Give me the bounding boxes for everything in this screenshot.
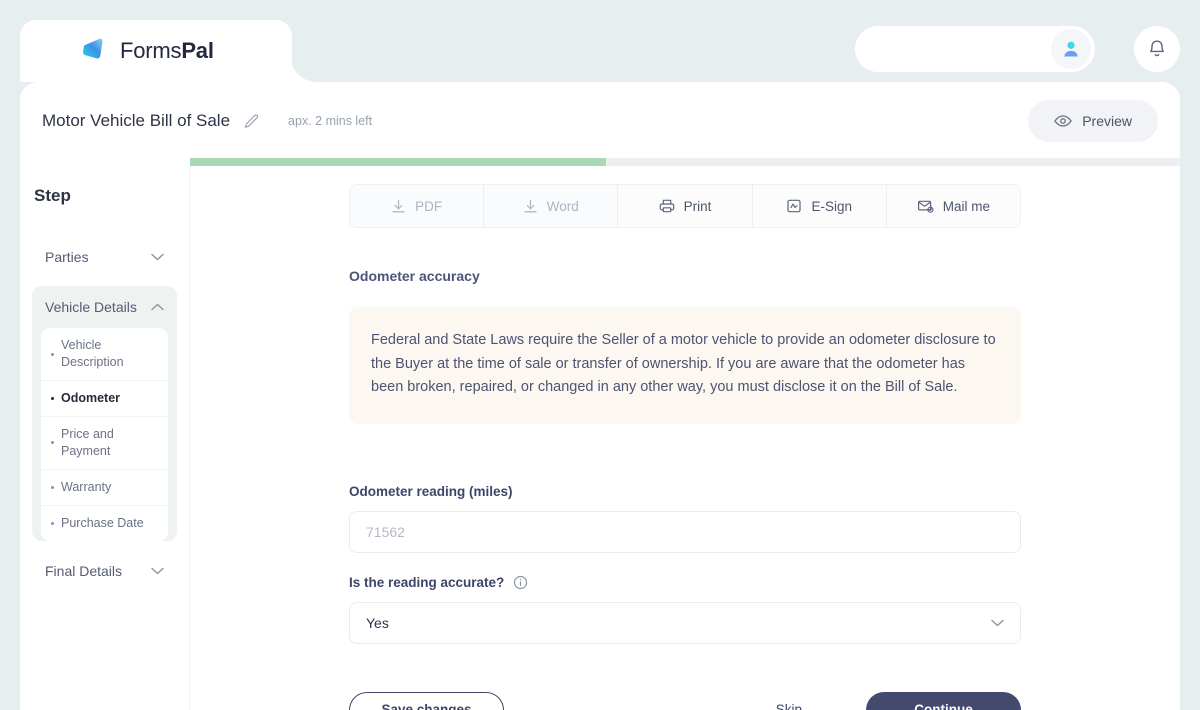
continue-button[interactable]: Continue xyxy=(866,691,1021,710)
mail-me-label: Mail me xyxy=(942,198,991,214)
esign-icon xyxy=(786,198,802,214)
chevron-down-icon xyxy=(991,619,1004,627)
progress-bar-track xyxy=(190,158,1180,166)
accuracy-select[interactable]: Yes xyxy=(349,601,1021,644)
bullet-icon xyxy=(51,441,54,445)
app-card: Motor Vehicle Bill of Sale apx. 2 mins l… xyxy=(20,82,1180,710)
bullet-icon xyxy=(51,485,54,489)
save-changes-button[interactable]: Save changes xyxy=(349,691,504,710)
mail-check-icon xyxy=(917,198,934,214)
export-pdf-label: PDF xyxy=(415,198,443,214)
chevron-down-icon xyxy=(151,567,164,575)
sidebar-item-label: Odometer xyxy=(61,391,121,406)
esign-button[interactable]: E-Sign xyxy=(752,185,887,227)
sidebar-item-label: Price and Payment xyxy=(61,427,114,458)
formspal-logo-icon xyxy=(78,36,108,66)
sidebar-item-vehicle-description[interactable]: Vehicle Description xyxy=(41,328,168,382)
download-icon xyxy=(523,199,538,214)
bullet-icon xyxy=(51,352,54,356)
sidebar-section-label: Final Details xyxy=(45,562,123,579)
time-left-label: apx. 2 mins left xyxy=(288,114,373,128)
sidebar-item-label: Purchase Date xyxy=(61,515,144,530)
form-actions: Save changes Skip Continue xyxy=(349,691,1021,710)
export-pdf-button[interactable]: PDF xyxy=(350,185,485,227)
bell-icon xyxy=(1150,40,1164,56)
sidebar-heading: Step xyxy=(34,186,71,205)
bullet-icon xyxy=(51,521,54,525)
notifications-button[interactable] xyxy=(1134,26,1180,72)
sidebar-section-header[interactable]: Final Details xyxy=(32,550,177,592)
chevron-down-icon xyxy=(151,253,164,261)
accuracy-label: Is the reading accurate? xyxy=(349,574,505,590)
print-label: Print xyxy=(683,198,712,214)
sidebar-item-warranty[interactable]: Warranty xyxy=(41,470,168,506)
sidebar-subitems: Vehicle Description Odometer Price and P… xyxy=(41,328,168,541)
sidebar-section-header[interactable]: Parties xyxy=(32,236,177,278)
page-title: Motor Vehicle Bill of Sale xyxy=(42,111,231,130)
account-pill xyxy=(855,26,1095,72)
sidebar-section-label: Vehicle Details xyxy=(45,299,137,316)
workspace: Step Parties Vehicle Details Vehicle Des… xyxy=(20,166,1180,710)
preview-button[interactable]: Preview xyxy=(1028,100,1158,142)
export-word-button[interactable]: Word xyxy=(484,185,619,227)
logo-text-regular: Forms xyxy=(120,38,182,63)
sidebar-item-price-and-payment[interactable]: Price and Payment xyxy=(41,417,168,470)
logo-text: FormsPal xyxy=(120,38,214,64)
section-title: Odometer accuracy xyxy=(349,268,480,284)
odometer-disclosure-notice: Federal and State Laws require the Selle… xyxy=(349,307,1021,424)
eye-icon xyxy=(1054,114,1072,128)
bullet-icon xyxy=(51,397,54,401)
info-icon[interactable] xyxy=(513,575,528,590)
esign-label: E-Sign xyxy=(811,198,852,214)
print-button[interactable]: Print xyxy=(618,185,753,227)
document-header: Motor Vehicle Bill of Sale apx. 2 mins l… xyxy=(20,82,1180,160)
preview-label: Preview xyxy=(1082,113,1132,129)
logo[interactable]: FormsPal xyxy=(78,36,214,66)
sidebar-section-label: Parties xyxy=(45,249,89,265)
odometer-reading-label: Odometer reading (miles) xyxy=(349,483,513,499)
sidebar: Step Parties Vehicle Details Vehicle Des… xyxy=(20,166,190,710)
export-action-bar: PDF Word Print E-Sign Mail me xyxy=(349,184,1021,228)
download-icon xyxy=(391,199,406,214)
accuracy-select-value: Yes xyxy=(366,614,389,631)
odometer-reading-placeholder: 71562 xyxy=(366,523,405,540)
content-area: PDF Word Print E-Sign Mail me Odometer a… xyxy=(190,166,1180,710)
accuracy-label-row: Is the reading accurate? xyxy=(349,575,1021,590)
printer-icon xyxy=(659,198,675,214)
sidebar-section-final-details[interactable]: Final Details xyxy=(32,550,177,592)
export-word-label: Word xyxy=(546,198,579,214)
user-avatar-icon xyxy=(1064,41,1078,57)
sidebar-section-parties[interactable]: Parties xyxy=(32,236,177,278)
sidebar-section-header[interactable]: Vehicle Details xyxy=(32,286,177,328)
mail-me-button[interactable]: Mail me xyxy=(886,185,1020,227)
chevron-up-icon xyxy=(151,303,164,311)
progress-bar-fill xyxy=(190,158,606,166)
sidebar-item-odometer[interactable]: Odometer xyxy=(41,381,168,417)
sidebar-item-purchase-date[interactable]: Purchase Date xyxy=(41,506,168,541)
sidebar-section-vehicle-details[interactable]: Vehicle Details Vehicle Description Odom… xyxy=(32,286,177,541)
brand-tab: FormsPal xyxy=(20,20,292,82)
sidebar-item-label: Vehicle Description xyxy=(61,338,124,370)
odometer-reading-input[interactable]: 71562 xyxy=(349,510,1021,553)
pencil-icon[interactable] xyxy=(243,113,260,130)
avatar[interactable] xyxy=(1051,29,1091,69)
skip-button[interactable]: Skip xyxy=(776,702,802,710)
logo-text-bold: Pal xyxy=(181,38,214,63)
sidebar-item-label: Warranty xyxy=(61,479,112,494)
